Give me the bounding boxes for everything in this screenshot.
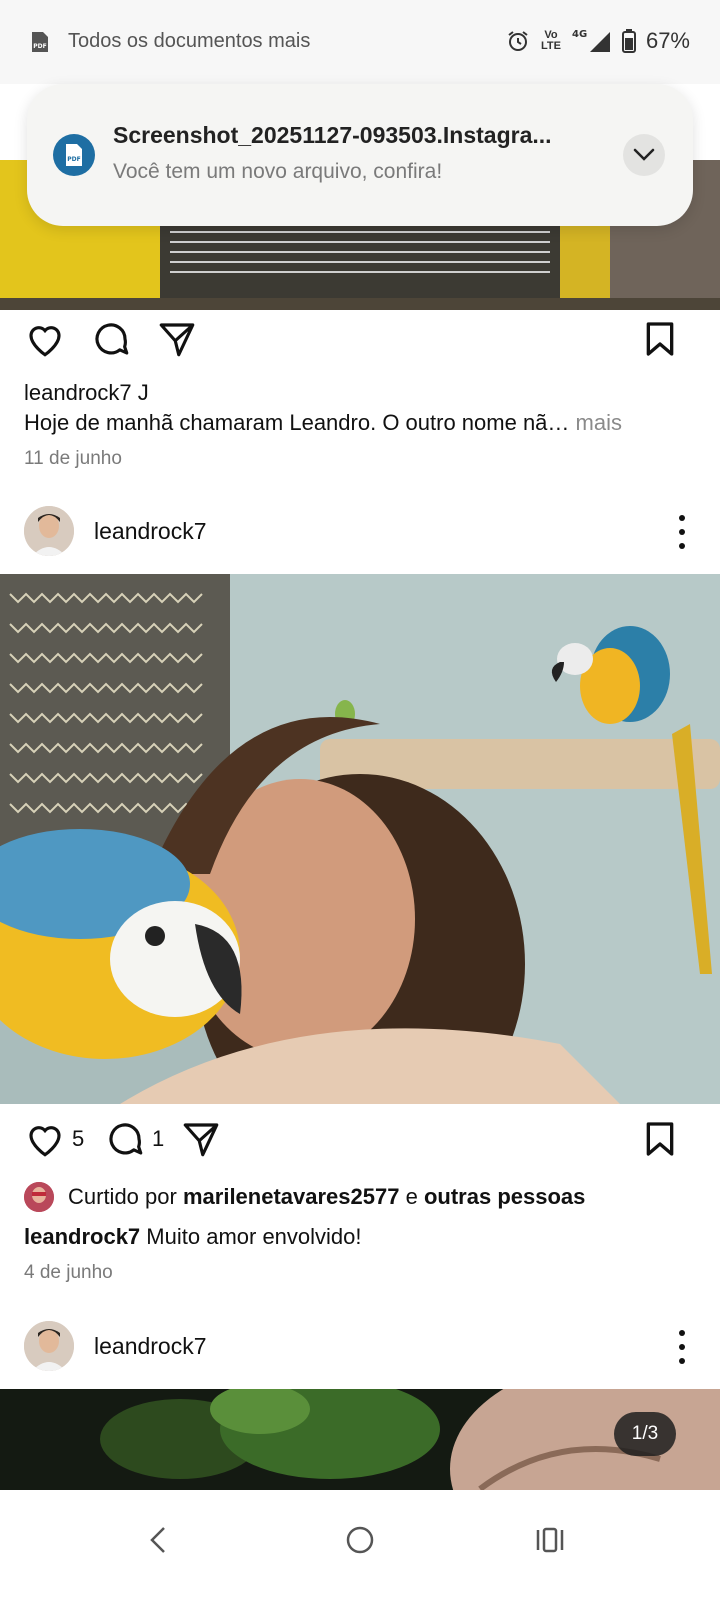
comment-button[interactable]: 1 <box>104 1118 164 1160</box>
post1-username[interactable]: leandrock7 <box>24 380 132 405</box>
heart-icon <box>29 326 61 357</box>
bookmark-icon <box>646 322 674 356</box>
post2-date: 4 de junho <box>24 1262 113 1283</box>
post3-username[interactable]: leandrock7 <box>94 1333 207 1360</box>
download-notification[interactable]: PDF Screenshot_20251127-093503.Instagra.… <box>27 84 693 226</box>
post1-more-link[interactable]: mais <box>576 410 622 435</box>
chevron-down-icon <box>633 148 655 161</box>
svg-text:4G: 4G <box>572 29 587 40</box>
liked-by-line[interactable]: Curtido por marilenetavares2577 e outras… <box>24 1182 585 1212</box>
post1-caption-suffix: J <box>137 380 149 405</box>
comment-icon <box>109 1123 143 1155</box>
post1-date: 11 de junho <box>24 448 122 469</box>
like-button[interactable] <box>24 318 66 360</box>
status-bar: PDF Todos os documentos mais Vo LTE 4G 6… <box>0 0 720 84</box>
post2-caption-text: Muito amor envolvido! <box>146 1224 362 1249</box>
post2-caption-user[interactable]: leandrock7 <box>24 1224 140 1249</box>
system-nav-bar <box>0 1490 720 1600</box>
like-count[interactable]: 5 <box>72 1126 84 1152</box>
comment-button[interactable] <box>90 318 132 360</box>
post3-header: leandrock7 <box>0 1315 720 1379</box>
post1-caption: Hoje de manhã chamaram Leandro. O outro … <box>24 410 704 436</box>
avatar[interactable] <box>24 1321 74 1371</box>
notification-expand-button[interactable] <box>623 134 665 176</box>
battery-icon <box>621 29 636 53</box>
share-button[interactable] <box>156 318 198 360</box>
share-button[interactable] <box>180 1118 222 1160</box>
notification-title: Screenshot_20251127-093503.Instagra... <box>113 122 552 148</box>
svg-text:PDF: PDF <box>67 156 80 163</box>
home-icon <box>346 1526 374 1554</box>
post2-header: leandrock7 <box>0 500 720 564</box>
post2-caption: leandrock7 Muito amor envolvido! <box>24 1224 704 1250</box>
heart-icon <box>29 1126 61 1157</box>
send-icon <box>159 323 195 357</box>
notification-subtitle: Você tem um novo arquivo, confira! <box>113 160 443 183</box>
recents-icon <box>536 1527 564 1553</box>
liked-by-prefix: Curtido por <box>68 1184 177 1209</box>
back-button[interactable] <box>128 1510 188 1570</box>
liker-avatar <box>24 1182 54 1212</box>
volte-icon: Vo LTE <box>540 29 561 52</box>
post1-caption-header: leandrock7 J <box>24 380 149 406</box>
comment-icon <box>95 323 129 355</box>
liked-by-others[interactable]: outras pessoas <box>424 1184 585 1210</box>
post2-photo[interactable] <box>0 574 720 1104</box>
liked-by-and: e <box>405 1184 418 1209</box>
post1-actions <box>0 318 720 378</box>
home-button[interactable] <box>330 1510 390 1570</box>
comment-count[interactable]: 1 <box>152 1126 164 1152</box>
bookmark-icon <box>646 1122 674 1156</box>
carousel-counter: 1/3 <box>614 1412 676 1456</box>
alarm-icon <box>508 31 528 51</box>
recents-button[interactable] <box>520 1510 580 1570</box>
send-icon <box>183 1123 219 1157</box>
more-options-icon[interactable] <box>678 1329 686 1365</box>
save-button[interactable] <box>640 318 680 360</box>
pdf-file-icon: PDF <box>53 134 95 176</box>
status-icons: Vo LTE 4G 67% <box>506 28 690 54</box>
post2-actions: 5 1 <box>0 1118 720 1178</box>
signal-icon: 4G <box>572 29 610 52</box>
avatar[interactable] <box>24 506 74 556</box>
liked-by-user[interactable]: marilenetavares2577 <box>183 1184 400 1210</box>
status-notification-text: Todos os documentos mais <box>68 30 311 52</box>
pdf-icon: PDF <box>32 32 48 52</box>
post1-caption-text: Hoje de manhã chamaram Leandro. O outro … <box>24 410 570 435</box>
save-button[interactable] <box>640 1118 680 1160</box>
battery-percent: 67% <box>645 28 690 53</box>
post2-username[interactable]: leandrock7 <box>94 518 207 545</box>
back-icon <box>150 1527 165 1553</box>
like-button[interactable]: 5 <box>24 1118 84 1160</box>
more-options-icon[interactable] <box>678 514 686 550</box>
post3-photo[interactable] <box>0 1389 720 1490</box>
svg-text:PDF: PDF <box>33 43 46 50</box>
